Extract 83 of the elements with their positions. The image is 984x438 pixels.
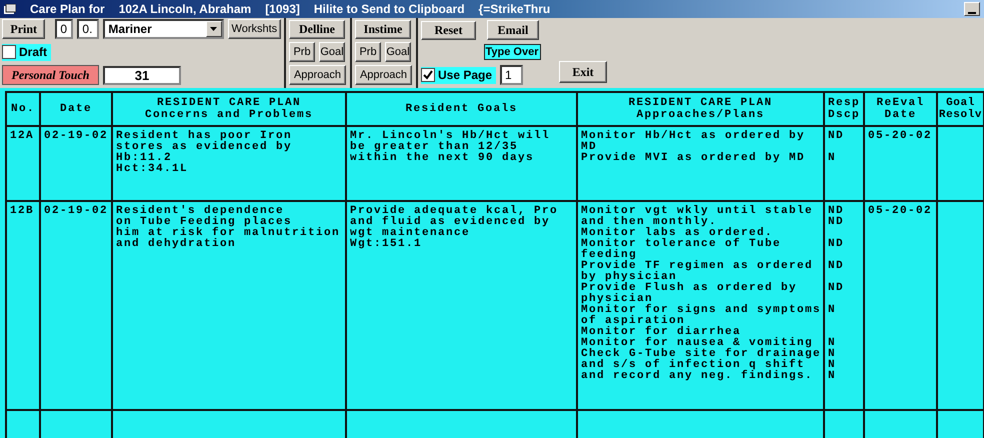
minimize-button[interactable] xyxy=(964,2,980,16)
approach-text: of aspiration xyxy=(581,316,686,327)
draft-checkbox[interactable]: Draft xyxy=(2,44,52,60)
window-title: Care Plan for xyxy=(30,2,105,16)
approach-text: Monitor tolerance of Tube xyxy=(581,239,782,250)
approach-text: Check G-Tube site for drainage xyxy=(581,349,822,360)
approach-text: Provide Flush as ordered by xyxy=(581,283,798,294)
checkbox-label: Use Page xyxy=(438,68,492,82)
discipline-code: N xyxy=(828,338,836,349)
approach-button[interactable]: Approach xyxy=(289,65,346,85)
column-header: No. xyxy=(10,103,35,115)
column-header: Date xyxy=(60,103,92,115)
checkbox-label: Draft xyxy=(19,45,48,59)
discipline-code: N xyxy=(828,360,836,371)
column-header: Resident Goals xyxy=(405,103,518,115)
table-cell: 12A xyxy=(7,127,41,202)
goal-text: Mr. Lincoln's Hb/Hct will be greater than 12/35 within the next 90 days xyxy=(347,127,578,202)
approach-text: and then monthly. xyxy=(581,217,718,228)
group-button[interactable]: Delline xyxy=(289,20,345,38)
dropdown[interactable]: Mariner xyxy=(103,19,224,39)
input-field[interactable]: 0 xyxy=(55,19,74,39)
column-header: RESIDENT CARE PLAN Concerns and Problems xyxy=(144,97,314,121)
discipline-code: ND xyxy=(828,131,844,142)
discipline-code: N xyxy=(828,371,836,382)
table-cell: 02-19-02 xyxy=(41,202,113,411)
concern-text: Resident has poor Iron stores as evidenced by Hb:11.2 Hct:34.1L xyxy=(113,127,347,202)
exit-button[interactable]: Exit xyxy=(559,61,607,83)
column-header: RESIDENT CARE PLAN Approaches/Plans xyxy=(628,97,773,121)
app-icon xyxy=(4,4,16,14)
approach-text: MD xyxy=(581,142,598,153)
column-header: Resp Dscp xyxy=(828,97,860,121)
discipline-code: ND xyxy=(828,217,844,228)
page-field[interactable]: 1 xyxy=(500,65,524,85)
email-button[interactable]: Email xyxy=(487,20,539,40)
goal-text: Provide adequate kcal, Pro and fluid as evidenced by wgt maintenance Wgt:151.1 xyxy=(347,202,578,411)
concern-text: Resident's dependence on Tube Feeding places him at risk for malnutrition and dehydration xyxy=(113,202,347,411)
discipline-code: N xyxy=(828,349,836,360)
table-cell: 05-20-02 xyxy=(865,127,938,202)
discipline-code: ND xyxy=(828,261,844,272)
window-title: 102A Lincoln, Abraham xyxy=(118,2,252,16)
group-button[interactable]: Instime xyxy=(355,20,411,38)
personal-touch-label: Personal Touch xyxy=(2,65,99,85)
discipline-code: ND xyxy=(828,283,844,294)
input-field[interactable]: 0. xyxy=(77,19,100,39)
reset-button[interactable]: Reset xyxy=(421,20,476,40)
approach-text: feeding xyxy=(581,250,638,261)
approach-button[interactable]: Approach xyxy=(355,65,412,85)
approach-text: Monitor for nausea & vomiting xyxy=(581,338,814,349)
column-header: ReEval Date xyxy=(876,97,924,121)
checkbox[interactable] xyxy=(421,68,435,82)
approach-text: Provide MVI as ordered by MD xyxy=(581,153,806,164)
print-button[interactable]: Print xyxy=(2,19,46,39)
table-cell: 05-20-02 xyxy=(865,202,938,411)
group-button[interactable]: Prb xyxy=(289,42,315,62)
group-button[interactable]: Goal xyxy=(385,42,411,62)
approach-text: by physician xyxy=(581,272,678,283)
group-button[interactable]: Prb xyxy=(355,42,381,62)
discipline-code: N xyxy=(828,305,836,316)
table-cell: 02-19-02 xyxy=(41,127,113,202)
worksheets-button[interactable]: Workshts xyxy=(228,19,281,39)
approach-text: Monitor vgt wkly until stable xyxy=(581,206,814,217)
count-field: 31 xyxy=(103,66,181,84)
minimize-icon xyxy=(968,12,976,15)
approach-text: Monitor for diarrhea xyxy=(581,327,742,338)
table-cell: 12B xyxy=(7,202,41,411)
type-over-label[interactable]: Type Over xyxy=(484,44,540,60)
window-title: [1093] xyxy=(265,2,300,16)
approach-text: Monitor for signs and symptoms xyxy=(581,305,822,316)
discipline-code: ND xyxy=(828,239,844,250)
column-header: Goal Resolv xyxy=(938,97,982,121)
approach-text: and record any neg. findings. xyxy=(581,371,814,382)
use-page-checkbox[interactable]: Use Page xyxy=(421,66,496,84)
approach-text: Monitor Hb/Hct as ordered by xyxy=(581,131,806,142)
approach-text: Provide TF regimen as ordered xyxy=(581,261,814,272)
discipline-code: N xyxy=(828,153,836,164)
approach-text: and s/s of infection q shift xyxy=(581,360,806,371)
approach-text: Monitor labs as ordered. xyxy=(581,228,774,239)
approach-text: physician xyxy=(581,294,654,305)
discipline-code: ND xyxy=(828,206,844,217)
window-title: {=StrikeThru xyxy=(478,2,550,16)
group-button[interactable]: Goal xyxy=(319,42,345,62)
window-title: Hilite to Send to Clipboard xyxy=(314,2,465,16)
checkbox[interactable] xyxy=(2,45,16,59)
